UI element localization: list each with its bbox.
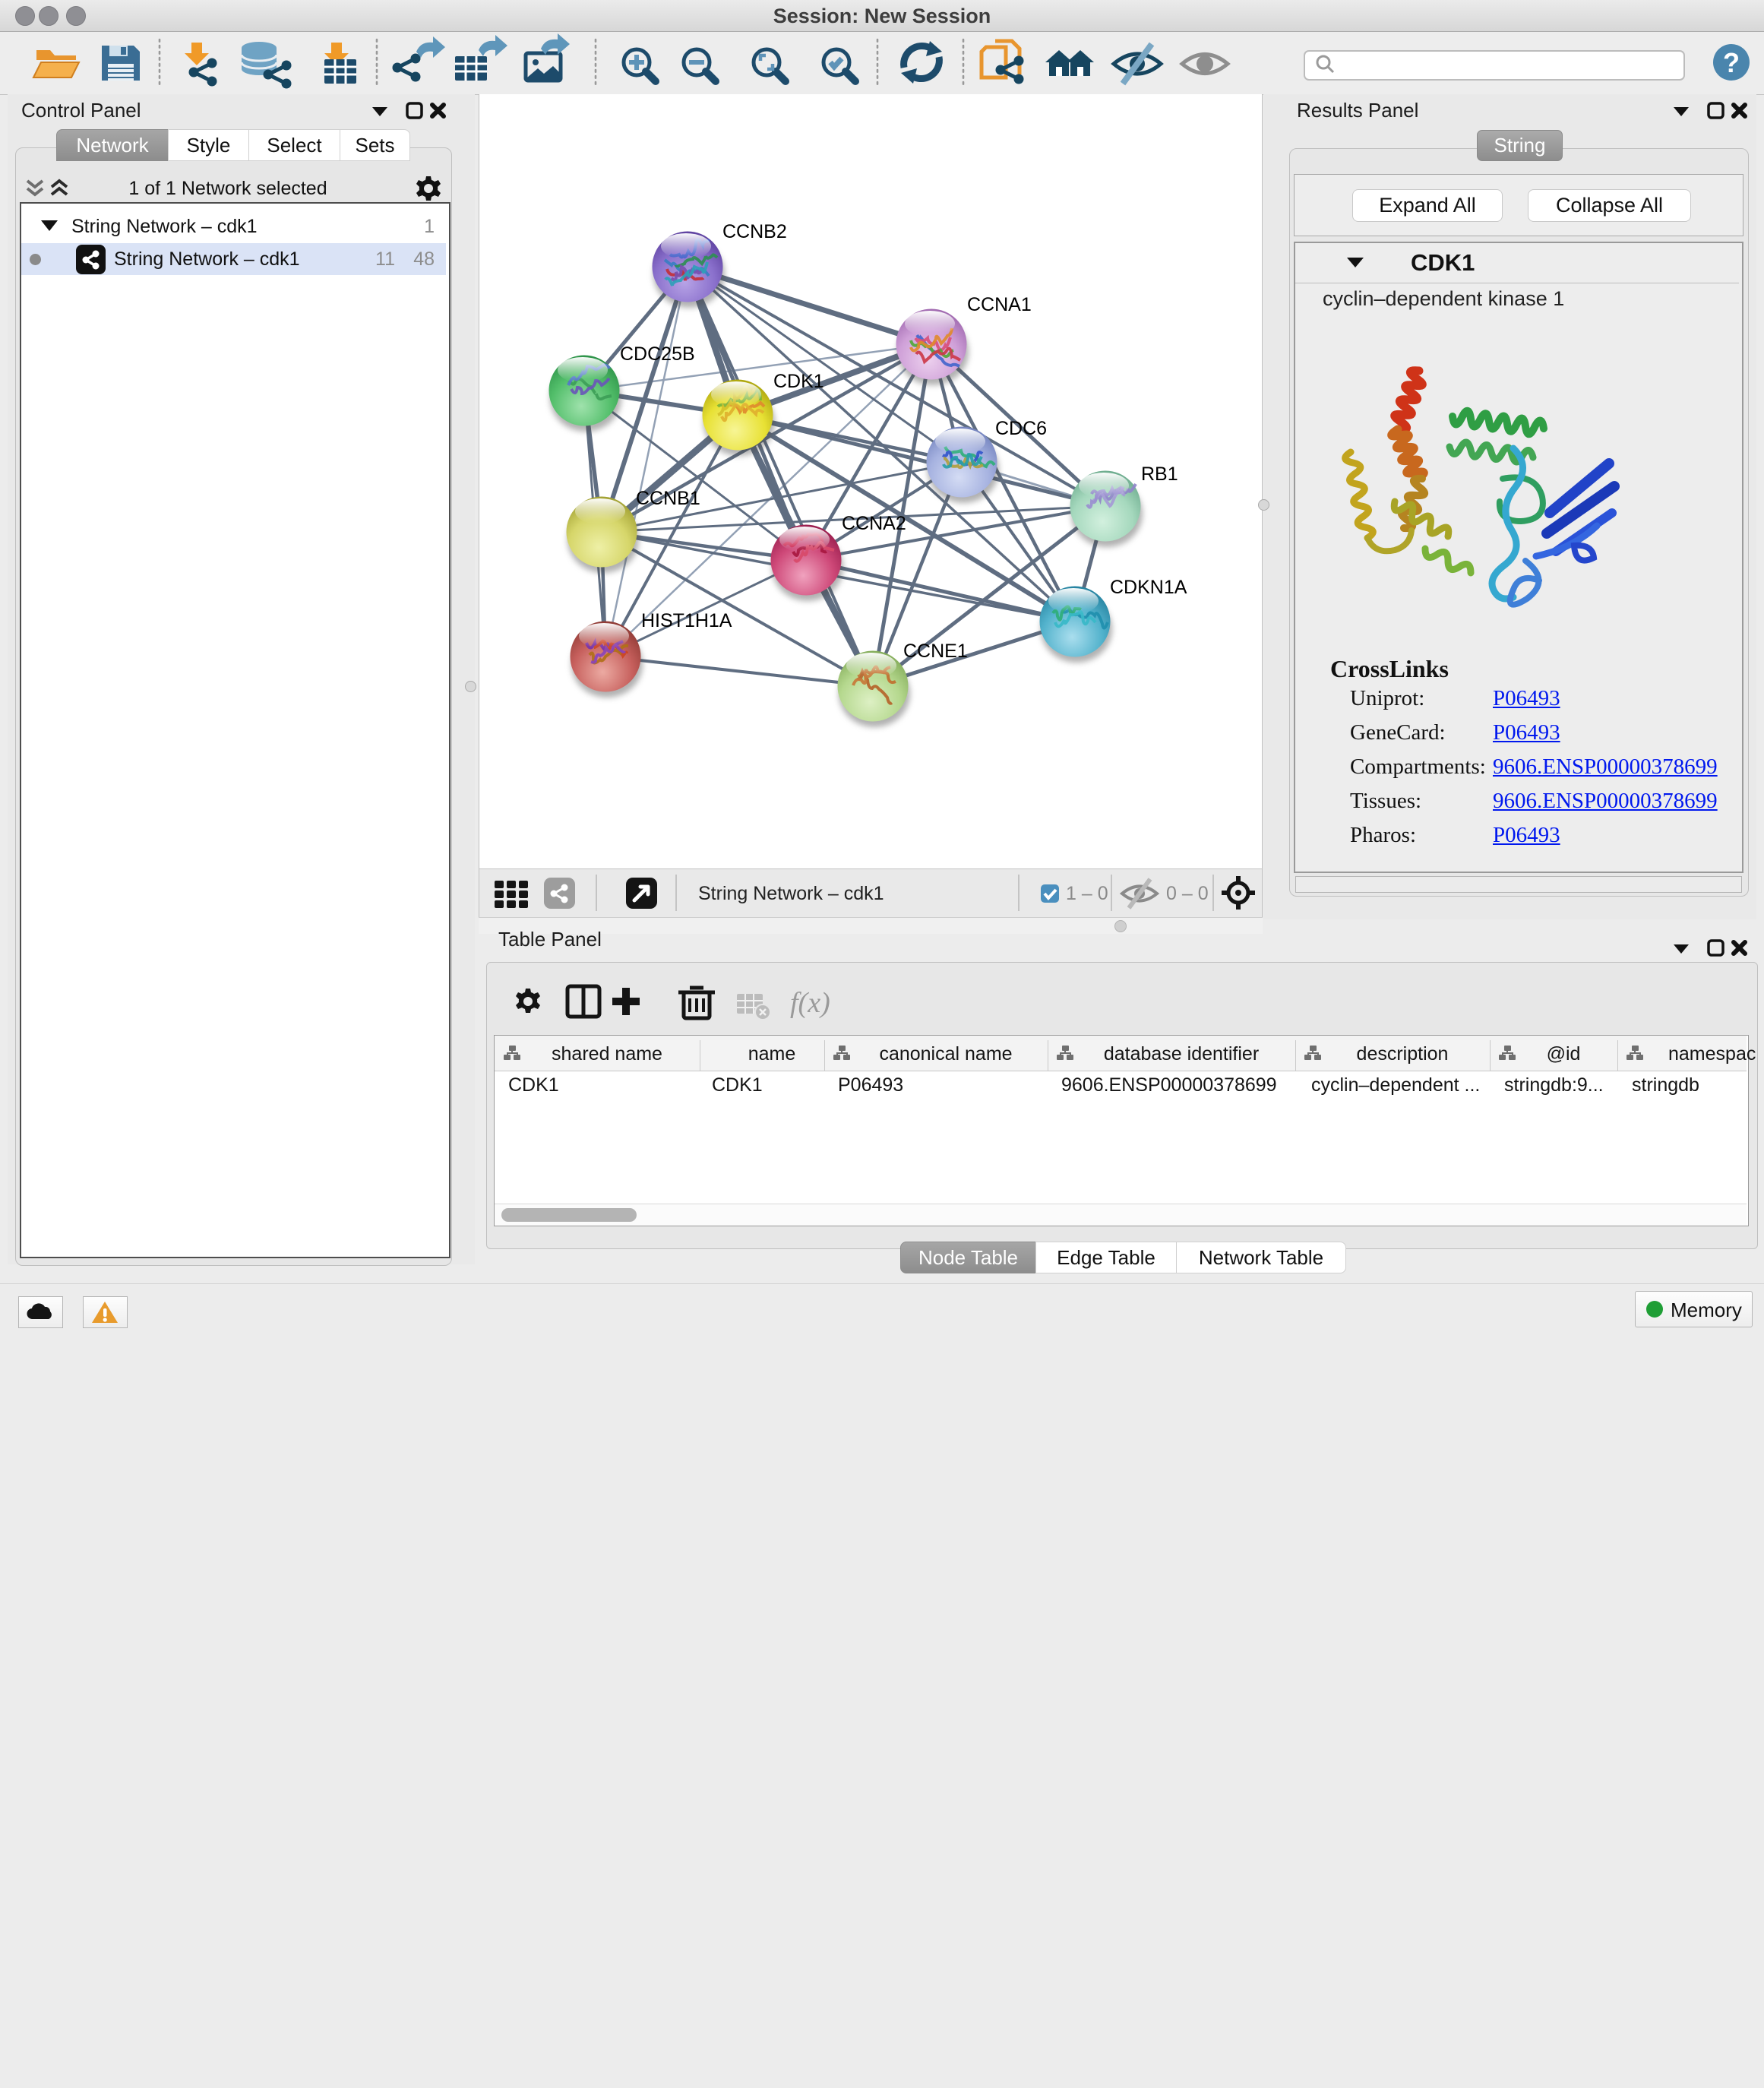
svg-text:CCNB2: CCNB2 [722, 221, 787, 242]
svg-text:CDKN1A: CDKN1A [1110, 577, 1187, 598]
svg-text:CCNA2: CCNA2 [842, 513, 906, 534]
svg-text:CCNA1: CCNA1 [967, 294, 1032, 315]
svg-text:HIST1H1A: HIST1H1A [641, 610, 732, 631]
svg-text:CDC6: CDC6 [995, 418, 1047, 439]
svg-text:CDC25B: CDC25B [620, 343, 695, 365]
svg-text:CDK1: CDK1 [773, 371, 824, 392]
svg-text:String Network – cdk1: String Network – cdk1 [698, 883, 884, 904]
svg-text:f(x): f(x) [790, 987, 830, 1019]
svg-text:CCNE1: CCNE1 [903, 641, 968, 662]
svg-text:?: ? [1723, 47, 1740, 78]
svg-text:CCNB1: CCNB1 [636, 488, 700, 509]
svg-text:0 – 0: 0 – 0 [1166, 883, 1209, 904]
svg-text:RB1: RB1 [1141, 463, 1178, 485]
svg-text:1 – 0: 1 – 0 [1066, 883, 1108, 904]
